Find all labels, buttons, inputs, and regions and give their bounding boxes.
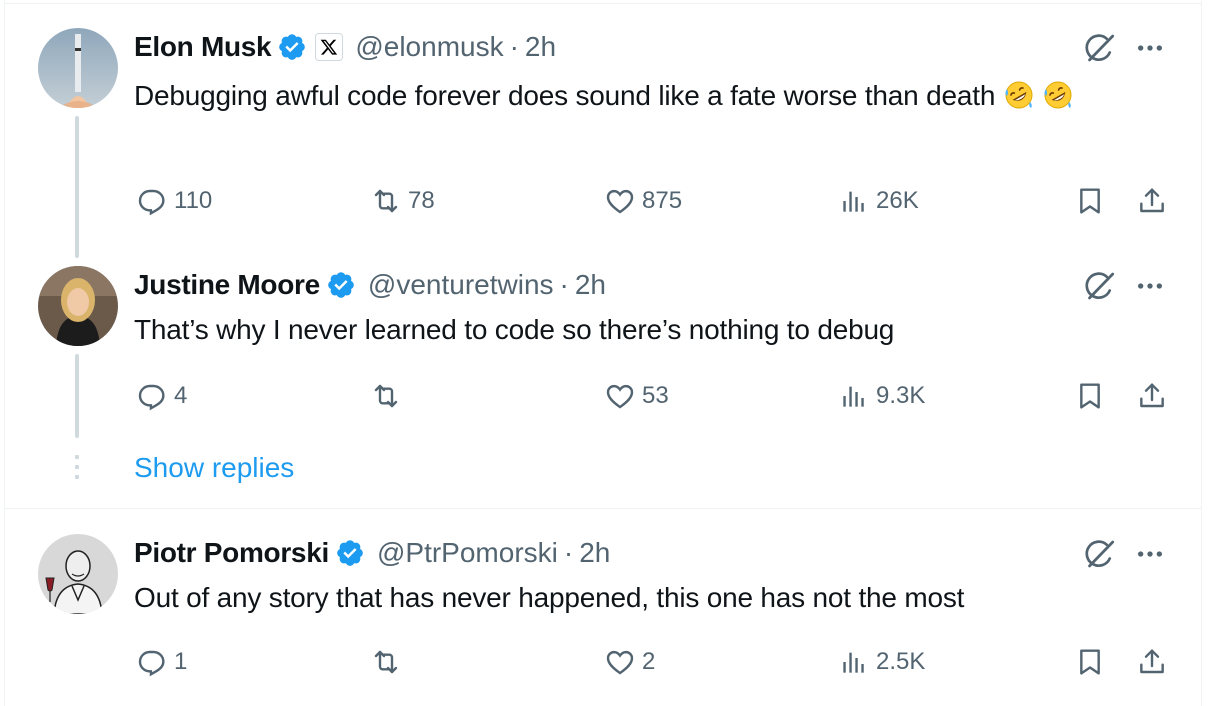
grok-icon[interactable] [1082,30,1118,66]
repost-button[interactable] [370,380,408,412]
tweet-text: That’s why I never learned to code so th… [134,311,1154,349]
tweet-header: Elon Musk @elonmusk · 2h [134,30,556,64]
bookmark-button[interactable] [1074,380,1106,412]
tweet-text-body: Out of any story that has never happened… [134,582,965,613]
tweet-text-body: That’s why I never learned to code so th… [134,314,895,345]
show-replies-link[interactable]: Show replies [134,452,294,484]
thread-line [75,354,79,438]
like-count: 2 [642,648,656,675]
verified-badge-icon[interactable] [335,538,365,568]
timestamp[interactable]: 2h [575,269,606,301]
thread-line [75,116,79,258]
avatar[interactable] [38,28,118,108]
divider [4,508,1202,509]
like-icon [604,380,636,412]
like-icon [604,185,636,217]
reply-button[interactable]: 4 [136,380,187,412]
repost-count: 78 [408,187,435,214]
top-border [4,3,1202,4]
share-button[interactable] [1136,646,1168,678]
bookmark-button[interactable] [1074,646,1106,678]
share-icon [1136,185,1168,217]
reply-button[interactable]: 1 [136,646,187,678]
views-button[interactable]: 9.3K [838,380,925,412]
verified-badge-icon[interactable] [326,270,356,300]
share-button[interactable] [1136,185,1168,217]
avatar[interactable] [38,534,118,614]
views-button[interactable]: 2.5K [838,646,925,678]
tweet-text: Out of any story that has never happened… [134,579,1154,617]
bookmark-icon [1074,646,1106,678]
separator: · [559,269,569,300]
share-icon [1136,380,1168,412]
like-button[interactable]: 2 [604,646,655,678]
share-icon [1136,646,1168,678]
views-icon [838,646,870,678]
tweet-text: Debugging awful code forever does sound … [134,77,1154,115]
verified-badge-icon[interactable] [277,32,307,62]
x-logo-icon[interactable] [315,33,344,61]
views-icon [838,380,870,412]
views-button[interactable]: 26K [838,185,919,217]
thread-dots [75,455,79,485]
repost-icon [370,646,402,678]
tweet-text-body: Debugging awful code forever does sound … [134,80,996,111]
separator: · [509,31,519,62]
view-count: 9.3K [876,382,926,409]
more-icon[interactable] [1132,30,1168,66]
views-icon [838,185,870,217]
author-handle[interactable]: @venturetwins [368,269,554,301]
avatar[interactable] [38,266,118,346]
reply-button[interactable]: 110 [136,185,212,217]
author-handle[interactable]: @PtrPomorski [377,537,558,569]
timestamp[interactable]: 2h [525,31,556,63]
bookmark-icon [1074,185,1106,217]
grok-icon[interactable] [1082,268,1118,304]
repost-button[interactable] [370,646,408,678]
share-button[interactable] [1136,380,1168,412]
more-icon[interactable] [1132,536,1168,572]
like-count: 875 [642,187,683,214]
tweet-header: Justine Moore @venturetwins · 2h [134,268,606,302]
author-handle[interactable]: @elonmusk [355,31,503,63]
rofl-emoji-icon [1042,79,1074,111]
tweet-header: Piotr Pomorski @PtrPomorski · 2h [134,536,610,570]
reply-icon [136,185,168,217]
view-count: 26K [876,187,919,214]
separator: · [563,537,574,568]
like-button[interactable]: 53 [604,380,669,412]
bookmark-button[interactable] [1074,185,1106,217]
grok-icon[interactable] [1082,536,1118,572]
reply-count: 110 [174,187,213,214]
author-name[interactable]: Justine Moore [134,269,320,301]
author-name[interactable]: Elon Musk [134,31,272,63]
like-button[interactable]: 875 [604,185,682,217]
repost-button[interactable]: 78 [370,185,435,217]
repost-icon [370,185,402,217]
reply-icon [136,380,168,412]
like-icon [604,646,636,678]
reply-icon [136,646,168,678]
repost-icon [370,380,402,412]
author-name[interactable]: Piotr Pomorski [134,537,329,569]
more-icon[interactable] [1132,268,1168,304]
view-count: 2.5K [876,648,926,675]
reply-count: 4 [174,382,188,409]
timestamp[interactable]: 2h [579,537,610,569]
bookmark-icon [1074,380,1106,412]
reply-count: 1 [174,648,188,675]
rofl-emoji-icon [1003,79,1035,111]
like-count: 53 [642,382,669,409]
